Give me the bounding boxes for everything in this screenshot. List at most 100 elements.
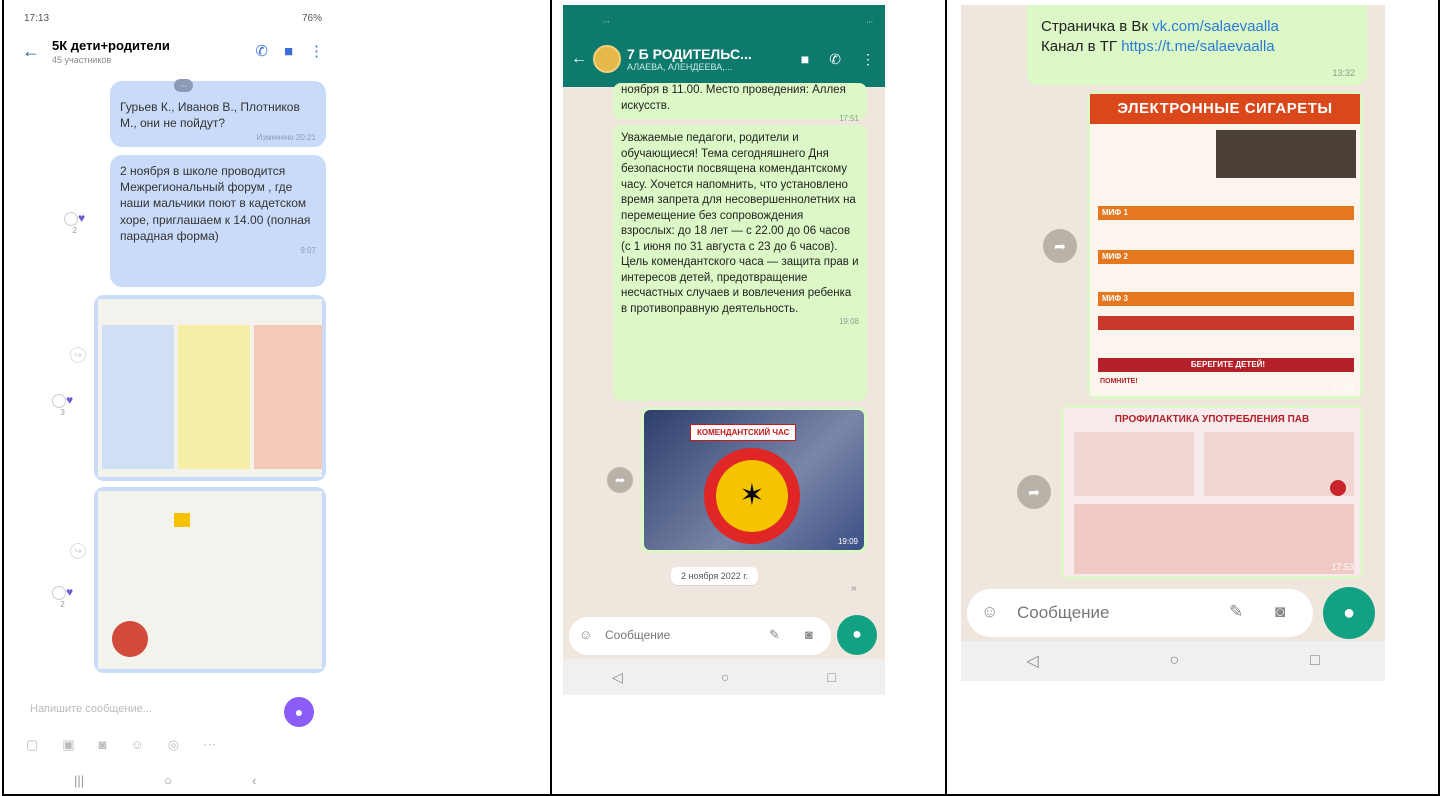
reaction[interactable]: ♥ 2 [52,585,73,609]
heart-icon: ♥ [66,393,74,407]
attach-icon[interactable]: ▢ [26,737,38,753]
vk-link[interactable]: vk.com/salaevaalla [1152,18,1279,35]
share-icon[interactable]: ↪ [70,543,86,559]
safety-poster-image[interactable] [94,295,326,481]
myth-stripe: МИФ 2 [1098,250,1354,264]
nav-home-icon[interactable]: ○ [1169,652,1179,670]
whatsapp-chat-screenshot: Страничка в Вк vk.com/salaevaalla Канал … [961,5,1385,681]
microphone-icon[interactable]: ● [837,615,877,655]
chat-title[interactable]: 5К дети+родители [52,38,255,53]
poster-footer: БЕРЕГИТЕ ДЕТЕЙ! [1098,358,1354,372]
forward-icon[interactable]: ➦ [607,467,633,493]
camera-icon[interactable]: ◙ [805,627,813,642]
composer: ☺ Сообщение ✎ ◙ [569,617,831,655]
nav-home-icon[interactable]: ○ [721,669,729,685]
reaction[interactable]: ♥ 2 [64,211,85,235]
group-avatar[interactable] [593,45,621,73]
emoji-icon[interactable]: ☺ [981,602,998,622]
message-input[interactable]: Сообщение [605,628,670,642]
audience-stripe [1098,316,1354,330]
pav-prevention-poster-image[interactable]: ПРОФИЛАКТИКА УПОТРЕБЛЕНИЯ ПАВ 17:53 [1061,405,1363,579]
nav-back-icon[interactable]: ◁ [612,669,623,686]
message-line: Канал в ТГ https://t.me/salaevaalla [1041,37,1353,57]
curfew-image[interactable]: КОМЕНДАНТСКИЙ ЧАС ✶ 19:09 [641,407,867,553]
myth-stripe: МИФ 1 [1098,206,1354,220]
microphone-icon[interactable]: ● [284,697,314,727]
image-time: 17:53 [1331,562,1354,572]
chat-members: АЛАЕВА, АЛЕНДЕЕВА,... [627,62,733,72]
video-call-icon[interactable]: ■ [284,43,293,60]
reaction-add-icon[interactable] [52,393,66,408]
poster-section [1074,432,1194,496]
vk-label: Страничка в Вк [1041,18,1153,35]
camera-icon[interactable]: ◙ [1275,602,1285,622]
column-divider [945,0,947,796]
scroll-down-icon[interactable]: » [851,583,857,594]
phone-call-icon[interactable]: ✆ [829,51,841,68]
message-bubble[interactable]: Страничка в Вк vk.com/salaevaalla Канал … [1027,5,1367,85]
forward-icon[interactable]: ➦ [1043,229,1077,263]
children-crossing-sign: ✶ [704,448,800,544]
message-bubble[interactable]: Гурьев К., Иванов В., Плотников М., они … [110,81,326,147]
attach-icon[interactable]: ✎ [769,627,780,643]
people-icon: ✶ [716,460,788,532]
nav-back-icon[interactable]: ‹ [252,773,256,788]
share-icon[interactable]: ↪ [70,347,86,363]
message-line: Страничка в Вк vk.com/salaevaalla [1041,17,1353,37]
emoji-icon[interactable]: ☺ [579,627,592,642]
money-icon[interactable]: ◎ [168,737,179,753]
message-text: Уважаемые педагоги, родители и обучающие… [621,132,859,315]
back-arrow-icon[interactable]: ← [22,41,44,62]
message-input[interactable]: Напишите сообщение... [30,703,152,715]
camera-icon[interactable]: ◙ [99,737,107,753]
more-menu-icon[interactable]: ⋮ [309,42,324,60]
reaction[interactable]: ♥ 3 [52,393,73,417]
warning-icon [174,513,190,527]
message-input[interactable]: Сообщение [1017,603,1110,623]
safety-poster-image[interactable] [94,487,326,673]
back-arrow-icon[interactable]: ← [571,50,587,68]
heart-icon: ♥ [66,585,74,599]
video-call-icon[interactable]: ■ [801,51,809,68]
status-battery: 76% [301,13,322,24]
image-time: 17:53 [1331,382,1354,392]
more-tools-icon[interactable]: ⋯ [203,737,216,753]
vk-chat-screenshot: 17:13 76% ← 5К дети+родители 45 участник… [14,5,332,793]
message-time: 9:07 [300,245,316,255]
date-chip: 2 ноября 2022 г. [671,567,758,585]
message-bubble[interactable]: Уважаемые педагоги, родители и обучающие… [613,125,867,401]
status-bar: ∙∙∙ ∙∙∙ [603,17,873,26]
poster-section [1074,504,1354,574]
poster-title: ПРОФИЛАКТИКА УПОТРЕБЛЕНИЯ ПАВ [1114,414,1310,425]
message-bubble[interactable]: ноября в 11.00. Место проведения: Аллея … [613,83,867,123]
poster-content [98,491,322,669]
chat-header: ← 5К дети+родители 45 участников ✆ ■ ⋮ [14,27,332,75]
navigation-bar: ◁ ○ □ [563,659,885,695]
e-cigarette-poster-image[interactable]: ЭЛЕКТРОННЫЕ СИГАРЕТЫ МИФ 1 МИФ 2 МИФ 3 Б… [1087,91,1363,399]
gallery-icon[interactable]: ▣ [62,737,74,753]
nav-recent-icon[interactable]: □ [1310,652,1320,670]
telegram-link[interactable]: https://t.me/salaevaalla [1121,38,1274,55]
nav-home-icon[interactable]: ○ [164,773,172,788]
forward-icon[interactable]: ➦ [1017,475,1051,509]
nav-recent-icon[interactable]: □ [827,669,835,685]
status-bar: 17:13 76% [14,5,332,27]
reaction-count: 2 [60,599,65,609]
chat-members: 45 участников [52,54,112,65]
message-feed[interactable]: Гурьев К., Иванов В., Плотников М., они … [14,77,332,689]
attach-icon[interactable]: ✎ [1229,602,1243,622]
more-menu-icon[interactable]: ⋮ [861,51,875,68]
reaction-add-icon[interactable] [52,585,66,600]
reaction-add-icon[interactable] [64,211,78,226]
microphone-icon[interactable]: ● [1323,587,1375,639]
curfew-label: КОМЕНДАНТСКИЙ ЧАС [690,424,797,441]
composer: ☺ Сообщение ✎ ◙ [967,589,1313,637]
navigation-bar: ◁ ○ □ [961,641,1385,681]
chat-title[interactable]: 7 Б РОДИТЕЛЬС... [627,46,801,62]
poster-column [254,325,322,469]
nav-recent-icon[interactable]: ||| [74,773,84,788]
message-bubble[interactable]: 2 ноября в школе проводится Межрегиональ… [110,155,326,287]
phone-call-icon[interactable]: ✆ [255,42,268,60]
emoji-icon[interactable]: ☺ [130,737,143,753]
nav-back-icon[interactable]: ◁ [1026,651,1038,671]
